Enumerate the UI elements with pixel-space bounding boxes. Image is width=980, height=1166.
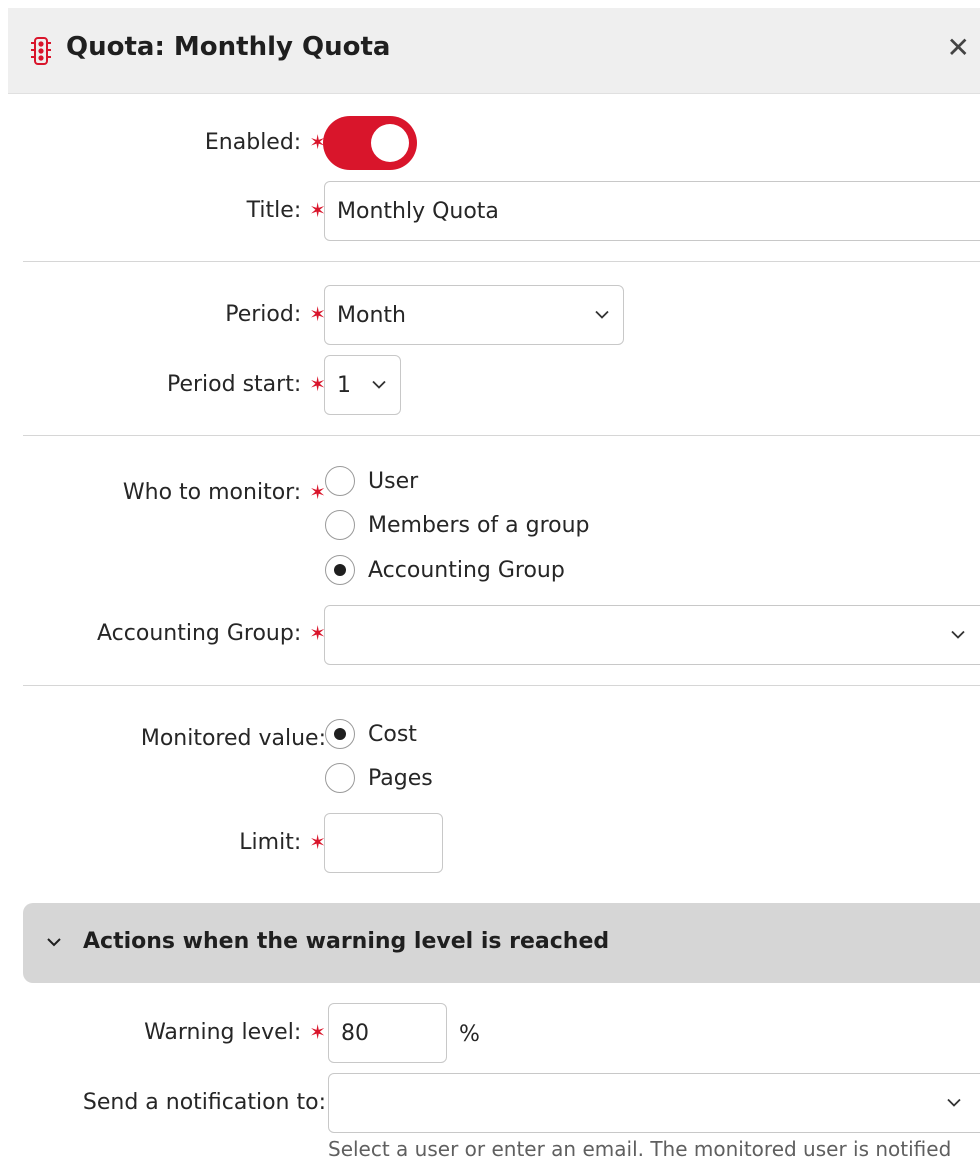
period-start-select[interactable]: 1: [324, 355, 401, 415]
radio-accounting-group[interactable]: Accounting Group: [325, 555, 565, 585]
enabled-label: Enabled: ✶: [204, 130, 326, 155]
send-notification-label: Send a notification to:: [82, 1090, 326, 1115]
close-icon[interactable]: ✕: [947, 34, 970, 62]
period-label: Period: ✶: [225, 302, 326, 327]
radio-circle[interactable]: [325, 555, 355, 585]
title-input[interactable]: Monthly Quota: [324, 181, 980, 241]
chevron-down-icon: [951, 630, 965, 639]
period-select[interactable]: Month: [324, 285, 624, 345]
radio-circle[interactable]: [325, 719, 355, 749]
divider: [23, 685, 980, 686]
chevron-down-icon: [372, 380, 386, 389]
who-to-monitor-label: Who to monitor: ✶: [122, 480, 326, 505]
dialog-title: Quota: Monthly Quota: [66, 32, 391, 62]
required-icon: ✶: [309, 1020, 326, 1044]
warning-section-title: Actions when the warning level is reache…: [83, 929, 610, 954]
warning-level-label: Warning level: ✶: [144, 1020, 326, 1045]
chevron-down-icon: [595, 310, 609, 319]
period-start-label: Period start: ✶: [166, 372, 326, 397]
enabled-toggle[interactable]: [323, 116, 417, 170]
toggle-knob: [371, 124, 409, 162]
radio-user[interactable]: User: [325, 466, 418, 496]
title-label: Title: ✶: [246, 198, 326, 223]
divider: [23, 435, 980, 436]
monitored-value-label: Monitored value:: [140, 726, 326, 751]
send-notification-select[interactable]: [328, 1073, 980, 1133]
radio-circle[interactable]: [325, 763, 355, 793]
chevron-down-icon: [947, 1098, 961, 1107]
limit-input[interactable]: [324, 813, 443, 873]
radio-circle[interactable]: [325, 510, 355, 540]
radio-members-of-group[interactable]: Members of a group: [325, 510, 590, 540]
radio-circle[interactable]: [325, 466, 355, 496]
dialog-header: Quota: Monthly Quota ✕: [8, 8, 980, 94]
warning-section-header[interactable]: Actions when the warning level is reache…: [23, 903, 980, 983]
notification-hint: Select a user or enter an email. The mon…: [328, 1137, 952, 1161]
warning-level-input[interactable]: 80: [328, 1003, 447, 1063]
radio-pages[interactable]: Pages: [325, 763, 433, 793]
required-icon: ✶: [309, 480, 326, 504]
radio-cost[interactable]: Cost: [325, 719, 417, 749]
percent-unit: %: [459, 1022, 480, 1047]
chevron-down-icon: [47, 938, 61, 947]
accounting-group-label: Accounting Group: ✶: [97, 621, 326, 646]
accounting-group-select[interactable]: [324, 605, 980, 665]
limit-label: Limit: ✶: [239, 830, 326, 855]
divider: [23, 261, 980, 262]
traffic-light-icon: [31, 37, 51, 65]
